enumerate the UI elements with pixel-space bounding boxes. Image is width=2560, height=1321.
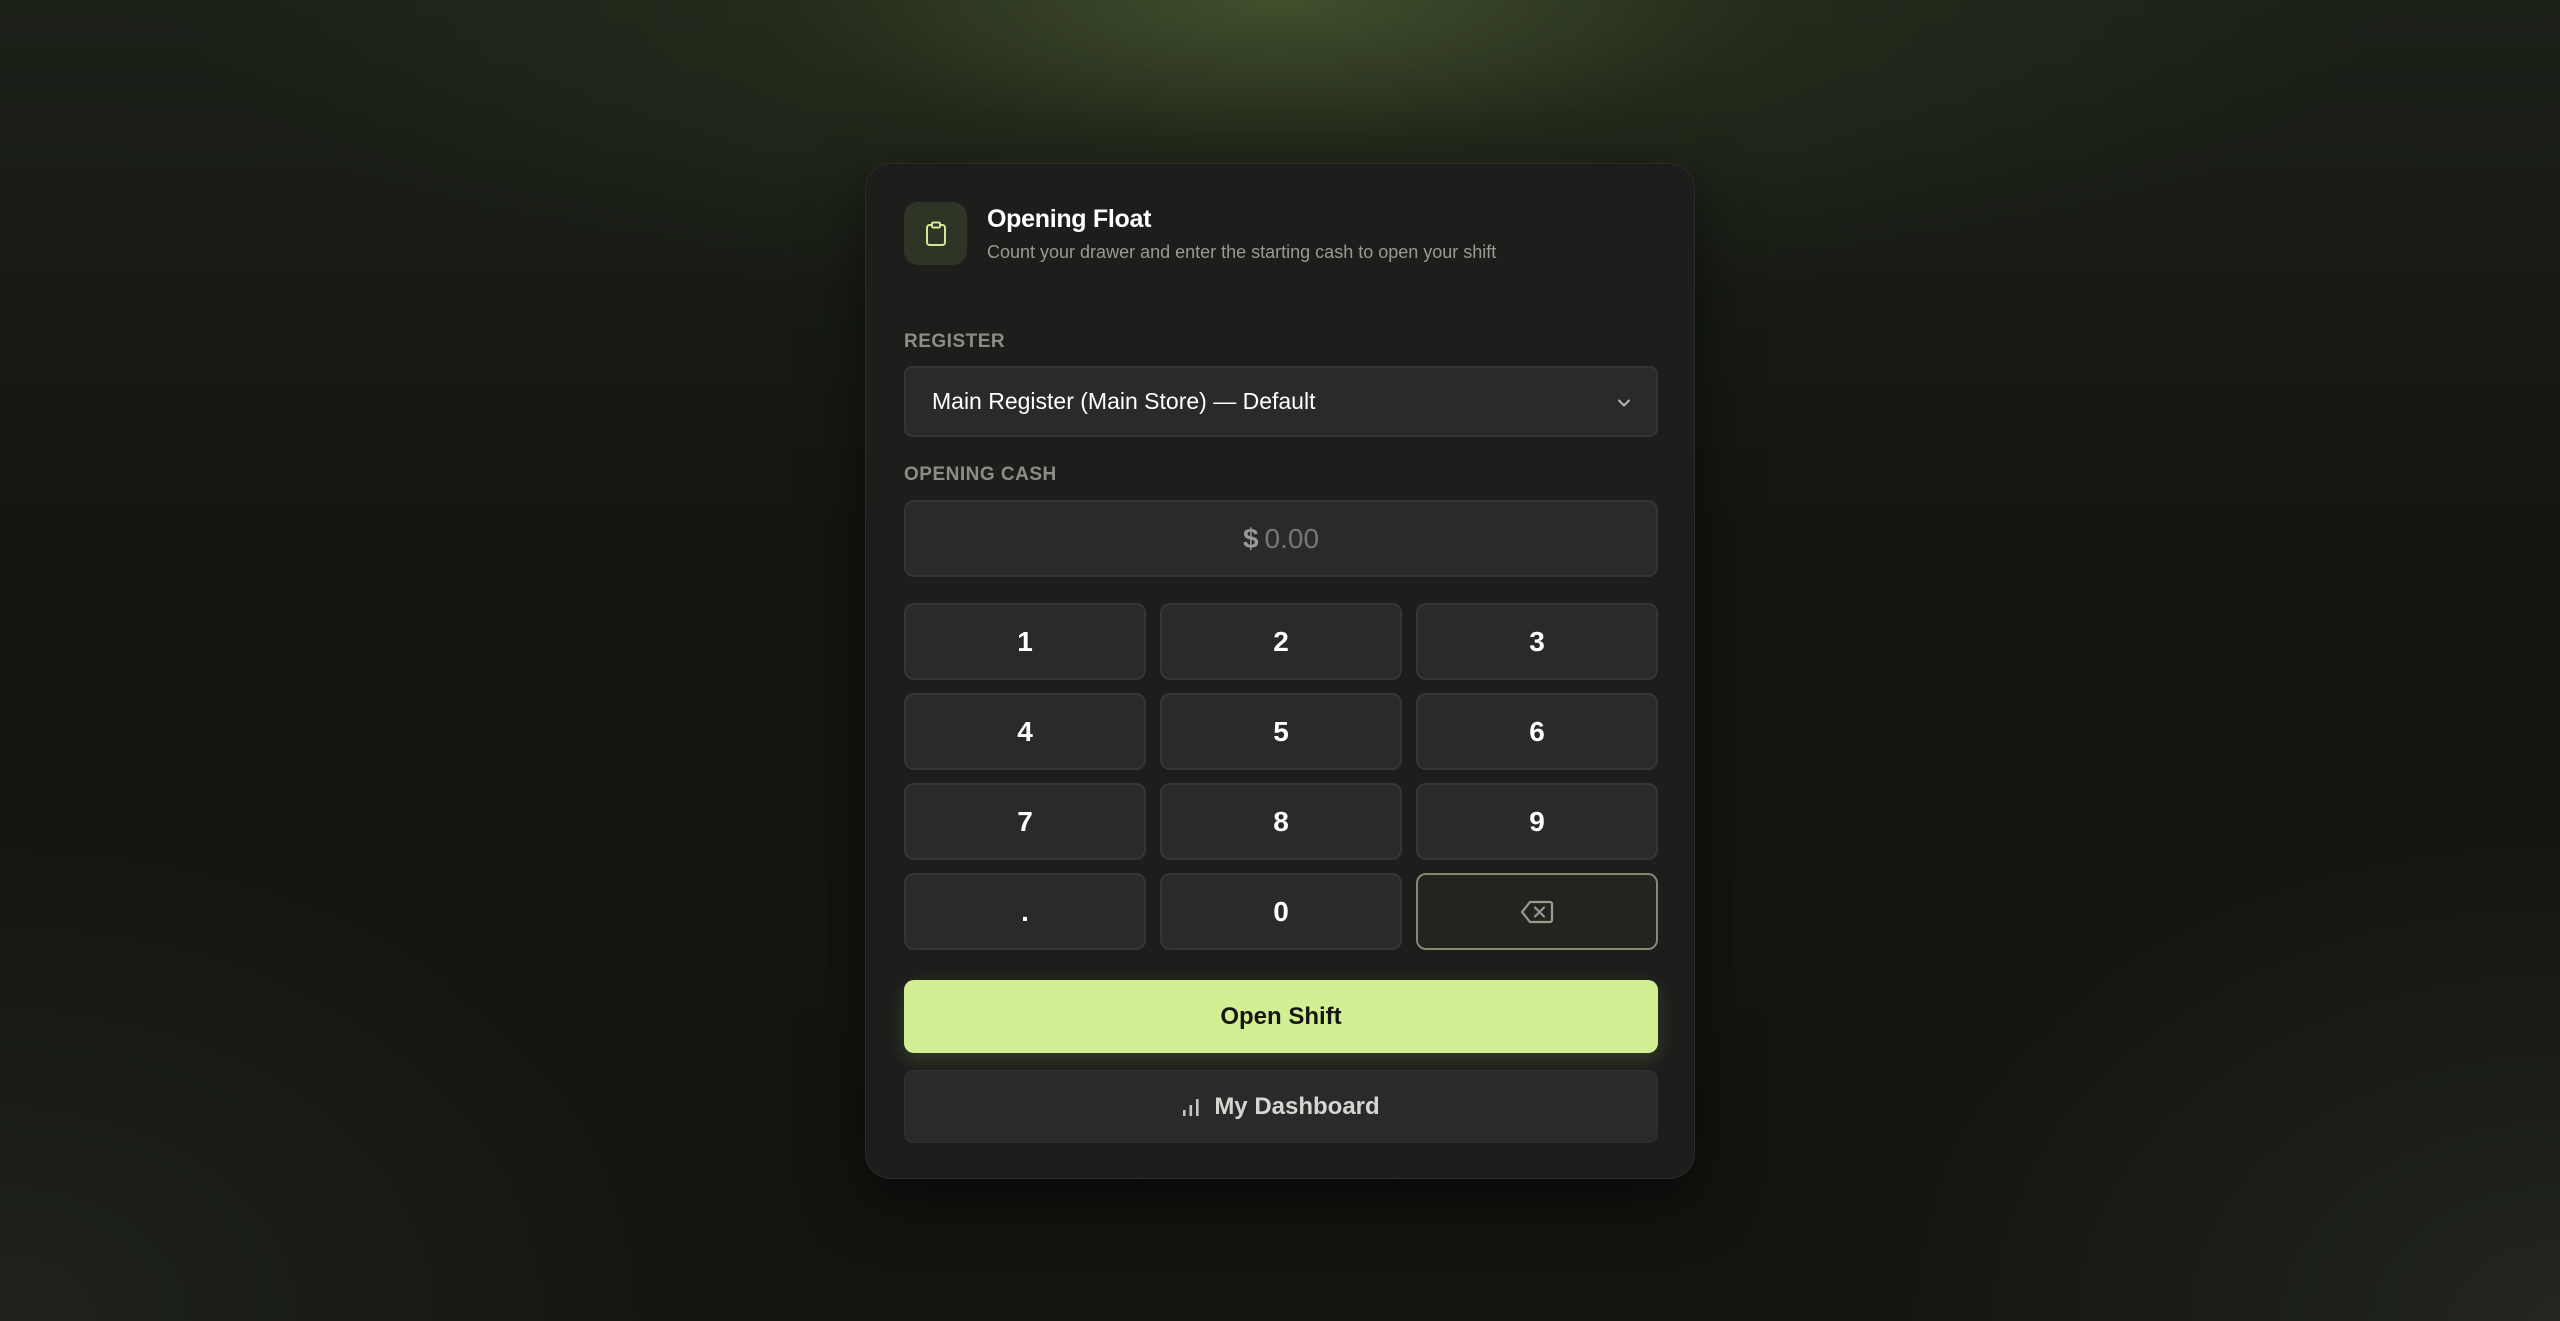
backspace-button[interactable] (1416, 873, 1658, 950)
currency-symbol: $ (1242, 522, 1259, 554)
opening-cash-input[interactable]: $ 0.00 (904, 500, 1658, 577)
key-2[interactable]: 2 (1160, 603, 1402, 680)
page-title: Opening Float (987, 204, 1152, 233)
key-4[interactable]: 4 (904, 693, 1146, 770)
key-0[interactable]: 0 (1160, 873, 1402, 950)
opening-cash-label: OPENING CASH (904, 464, 1057, 485)
clipboard-icon (904, 202, 967, 265)
register-label: REGISTER (904, 331, 1006, 352)
key-3[interactable]: 3 (1416, 603, 1658, 680)
key-7[interactable]: 7 (904, 783, 1146, 860)
key-1[interactable]: 1 (904, 603, 1146, 680)
key-decimal[interactable]: . (904, 873, 1146, 950)
opening-float-card: Opening Float Count your drawer and ente… (865, 163, 1695, 1179)
opening-cash-placeholder: 0.00 (1264, 522, 1320, 554)
key-6[interactable]: 6 (1416, 693, 1658, 770)
key-9[interactable]: 9 (1416, 783, 1658, 860)
backspace-icon (1520, 900, 1554, 924)
header-text: Opening Float Count your drawer and ente… (987, 205, 1496, 263)
register-selected-value: Main Register (Main Store) — Default (932, 388, 1316, 414)
open-shift-button[interactable]: Open Shift (904, 980, 1658, 1053)
my-dashboard-button[interactable]: My Dashboard (904, 1070, 1658, 1143)
bar-chart-icon (1182, 1097, 1200, 1117)
page-subtitle: Count your drawer and enter the starting… (987, 241, 1497, 262)
card-header: Opening Float Count your drawer and ente… (904, 202, 1496, 265)
key-5[interactable]: 5 (1160, 693, 1402, 770)
numeric-keypad: 1 2 3 4 5 6 7 8 9 . 0 (904, 603, 1658, 950)
chevron-down-icon (1614, 392, 1634, 419)
my-dashboard-label: My Dashboard (1214, 1092, 1380, 1120)
register-select[interactable]: Main Register (Main Store) — Default (904, 366, 1658, 437)
key-8[interactable]: 8 (1160, 783, 1402, 860)
